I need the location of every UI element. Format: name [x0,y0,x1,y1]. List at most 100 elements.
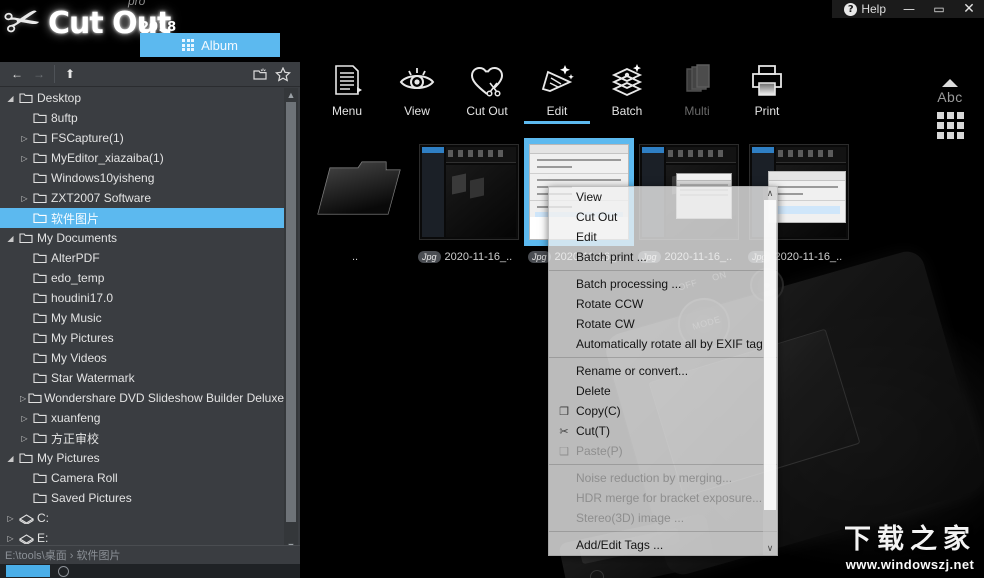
toolbar-multi-button[interactable]: Multi [662,55,732,118]
context-menu-item-4-0[interactable]: Add/Edit Tags ... [549,535,777,555]
folder-icon [17,452,35,464]
up-button[interactable]: ⬆ [59,64,81,84]
close-button[interactable]: ✕ [954,0,984,18]
thumbnail-image [304,138,414,246]
tree-item-19[interactable]: Camera Roll [0,468,284,488]
context-scroll-down[interactable]: ∨ [763,542,777,555]
toolbar-view-label: View [404,104,430,118]
tree-item-0[interactable]: ◢ Desktop [0,88,284,108]
tree-arrow-collapsed-icon[interactable]: ▷ [18,134,31,143]
context-menu-item-2-3[interactable]: ✂ Cut(T) [549,421,777,441]
tree-item-6[interactable]: 软件图片 [0,208,284,228]
sort-abc-button[interactable]: Abc [937,89,963,105]
context-menu-item-2-0[interactable]: Rename or convert... [549,361,777,381]
tree-item-13[interactable]: My Videos [0,348,284,368]
tree-item-label: My Pictures [51,331,114,345]
forward-button[interactable]: → [28,64,50,84]
toolbar-view-button[interactable]: View [382,55,452,118]
tree-arrow-expanded-icon[interactable]: ◢ [4,94,17,103]
tree-arrow-collapsed-icon[interactable]: ▷ [18,414,31,423]
context-menu-separator [549,531,777,532]
new-folder-icon[interactable] [250,64,272,84]
maximize-button[interactable]: ▭ [924,0,954,18]
tree-arrow-collapsed-icon[interactable]: ▷ [18,394,28,403]
caret-up-icon[interactable] [942,79,958,87]
tree-item-label: E: [37,531,49,545]
tree-item-1[interactable]: 8uftp [0,108,284,128]
tree-item-16[interactable]: ▷ xuanfeng [0,408,284,428]
folder-icon [31,152,49,164]
thumbnail-parent-folder[interactable]: .. [304,138,414,268]
tree-item-label: 软件图片 [51,211,100,226]
folder-icon [31,292,49,304]
context-menu-item-0-2[interactable]: Edit [549,227,777,247]
folder-icon [31,192,49,204]
taskbar-search-icon[interactable] [58,565,69,577]
tree-arrow-collapsed-icon[interactable]: ▷ [4,534,17,543]
context-menu[interactable]: View Cut Out Edit Batch print ... Batch proc… [548,186,778,556]
tree-item-21[interactable]: ▷ C: [0,508,284,528]
tree-item-20[interactable]: Saved Pictures [0,488,284,508]
toolbar-print-button[interactable]: Print [732,55,802,118]
context-menu-item-0-1[interactable]: Cut Out [549,207,777,227]
toolbar-menu-button[interactable]: Menu [312,55,382,118]
minimize-button[interactable]: — [894,0,924,18]
toolbar-edit-button[interactable]: Edit [522,55,592,124]
tree-arrow-expanded-icon[interactable]: ◢ [4,454,17,463]
tree-item-3[interactable]: ▷ MyEditor_xiazaiba(1) [0,148,284,168]
tree-arrow-collapsed-icon[interactable]: ▷ [4,514,17,523]
tree-item-7[interactable]: ◢ My Documents [0,228,284,248]
tree-item-2[interactable]: ▷ FSCapture(1) [0,128,284,148]
context-menu-scrollbar[interactable]: ∧ ∨ [763,187,777,555]
tree-item-4[interactable]: Windows10yisheng [0,168,284,188]
toolbar-cutout-button[interactable]: Cut Out [452,55,522,118]
thumbnail-item-1[interactable]: Jpg 2020-11-16_.. [414,138,524,268]
folder-icon [31,132,49,144]
help-button[interactable]: ? Help [836,0,894,18]
tree-arrow-collapsed-icon[interactable]: ▷ [18,194,31,203]
toolbar-batch-button[interactable]: Batch [592,55,662,118]
tree-item-9[interactable]: edo_temp [0,268,284,288]
tree-item-11[interactable]: My Music [0,308,284,328]
screenshot-preview [419,144,519,240]
tree-item-8[interactable]: AlterPDF [0,248,284,268]
tree-item-12[interactable]: My Pictures [0,328,284,348]
tree-item-14[interactable]: Star Watermark [0,368,284,388]
context-menu-item-label: Delete [576,384,611,398]
watermark: 下载之家 www.windowszj.net [844,517,976,572]
folder-tree[interactable]: ◢ Desktop 8uftp ▷ FSCapture(1) ▷ MyEditor_xiaz… [0,88,284,553]
tree-item-15[interactable]: ▷ Wondershare DVD Slideshow Builder Delux… [0,388,284,408]
tree-item-17[interactable]: ▷ 方正审校 [0,428,284,448]
tree-arrow-collapsed-icon[interactable]: ▷ [18,154,31,163]
folder-icon [17,232,35,244]
folder-icon [31,272,49,284]
context-menu-item-2-1[interactable]: Delete [549,381,777,401]
back-button[interactable]: ← [6,64,28,84]
tree-scroll-up[interactable]: ▲ [284,88,298,102]
context-menu-item-label: Add/Edit Tags ... [576,538,664,552]
context-scroll-thumb[interactable] [764,200,776,510]
tree-scrollbar[interactable]: ▲ ▼ [284,88,298,553]
context-scroll-up[interactable]: ∧ [763,187,777,200]
context-menu-item-label: View [576,190,602,204]
context-menu-item-1-0[interactable]: Batch processing ... [549,274,777,294]
star-icon[interactable] [272,64,294,84]
tree-arrow-expanded-icon[interactable]: ◢ [4,234,17,243]
context-menu-item-2-2[interactable]: ❐ Copy(C) [549,401,777,421]
tree-item-10[interactable]: houdini17.0 [0,288,284,308]
album-grid-icon [182,39,195,51]
tree-arrow-collapsed-icon[interactable]: ▷ [18,434,31,443]
tree-scroll-thumb[interactable] [286,102,296,522]
context-menu-item-1-1[interactable]: Rotate CCW [549,294,777,314]
context-menu-item-0-3[interactable]: Batch print ... [549,247,777,267]
album-button[interactable]: Album [140,33,280,57]
context-menu-item-1-3[interactable]: Automatically rotate all by EXIF tag [549,334,777,354]
context-menu-item-label: Cut Out [576,210,618,224]
context-menu-item-1-2[interactable]: Rotate CW [549,314,777,334]
tree-item-18[interactable]: ◢ My Pictures [0,448,284,468]
context-menu-item-0-0[interactable]: View [549,187,777,207]
help-icon: ? [844,2,858,16]
taskbar-start-tile[interactable] [6,565,50,577]
grid-view-icon[interactable] [936,112,964,139]
tree-item-5[interactable]: ▷ ZXT2007 Software [0,188,284,208]
